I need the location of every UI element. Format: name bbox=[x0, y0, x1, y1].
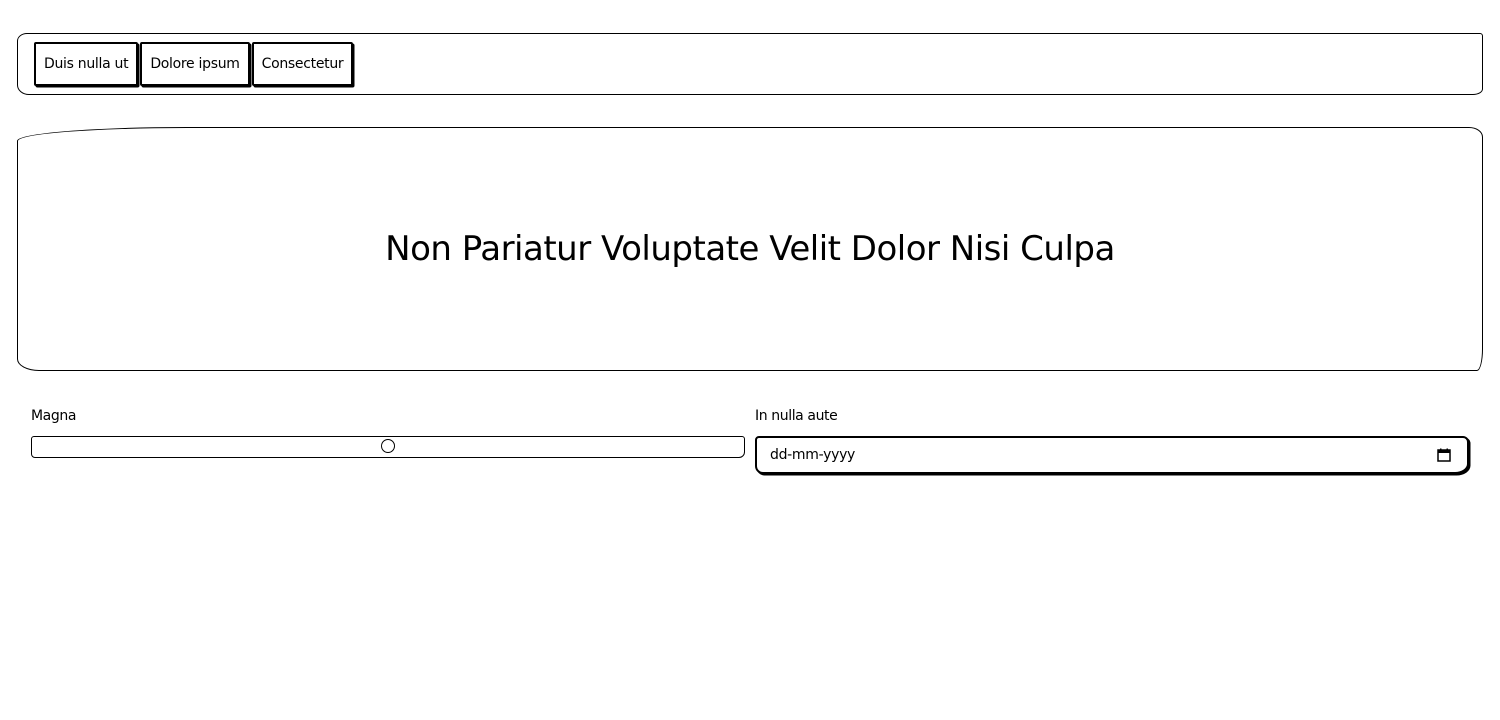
nav-button-duis-nulla-ut[interactable]: Duis nulla ut bbox=[34, 42, 139, 86]
hero-title: Non Pariatur Voluptate Velit Dolor Nisi … bbox=[385, 229, 1115, 269]
hero-banner: Non Pariatur Voluptate Velit Dolor Nisi … bbox=[17, 127, 1483, 371]
magna-range-slider[interactable] bbox=[31, 436, 745, 458]
magna-slider-thumb[interactable] bbox=[381, 439, 395, 453]
calendar-icon[interactable] bbox=[1437, 448, 1451, 462]
nav-button-group: Duis nulla ut Dolore ipsum Consectetur bbox=[34, 42, 354, 86]
page: Duis nulla ut Dolore ipsum Consectetur N… bbox=[0, 0, 1500, 720]
nav-button-dolore-ipsum[interactable]: Dolore ipsum bbox=[140, 42, 250, 86]
top-navbar: Duis nulla ut Dolore ipsum Consectetur bbox=[17, 33, 1483, 95]
aute-label: In nulla aute bbox=[755, 408, 838, 424]
date-placeholder: dd-mm-yyyy bbox=[770, 447, 856, 463]
nav-button-consectetur[interactable]: Consectetur bbox=[251, 42, 354, 86]
aute-field: In nulla aute dd-mm-yyyy bbox=[755, 406, 1470, 474]
magna-label: Magna bbox=[31, 408, 76, 424]
aute-date-input[interactable]: dd-mm-yyyy bbox=[755, 436, 1469, 474]
magna-field: Magna bbox=[31, 406, 746, 458]
